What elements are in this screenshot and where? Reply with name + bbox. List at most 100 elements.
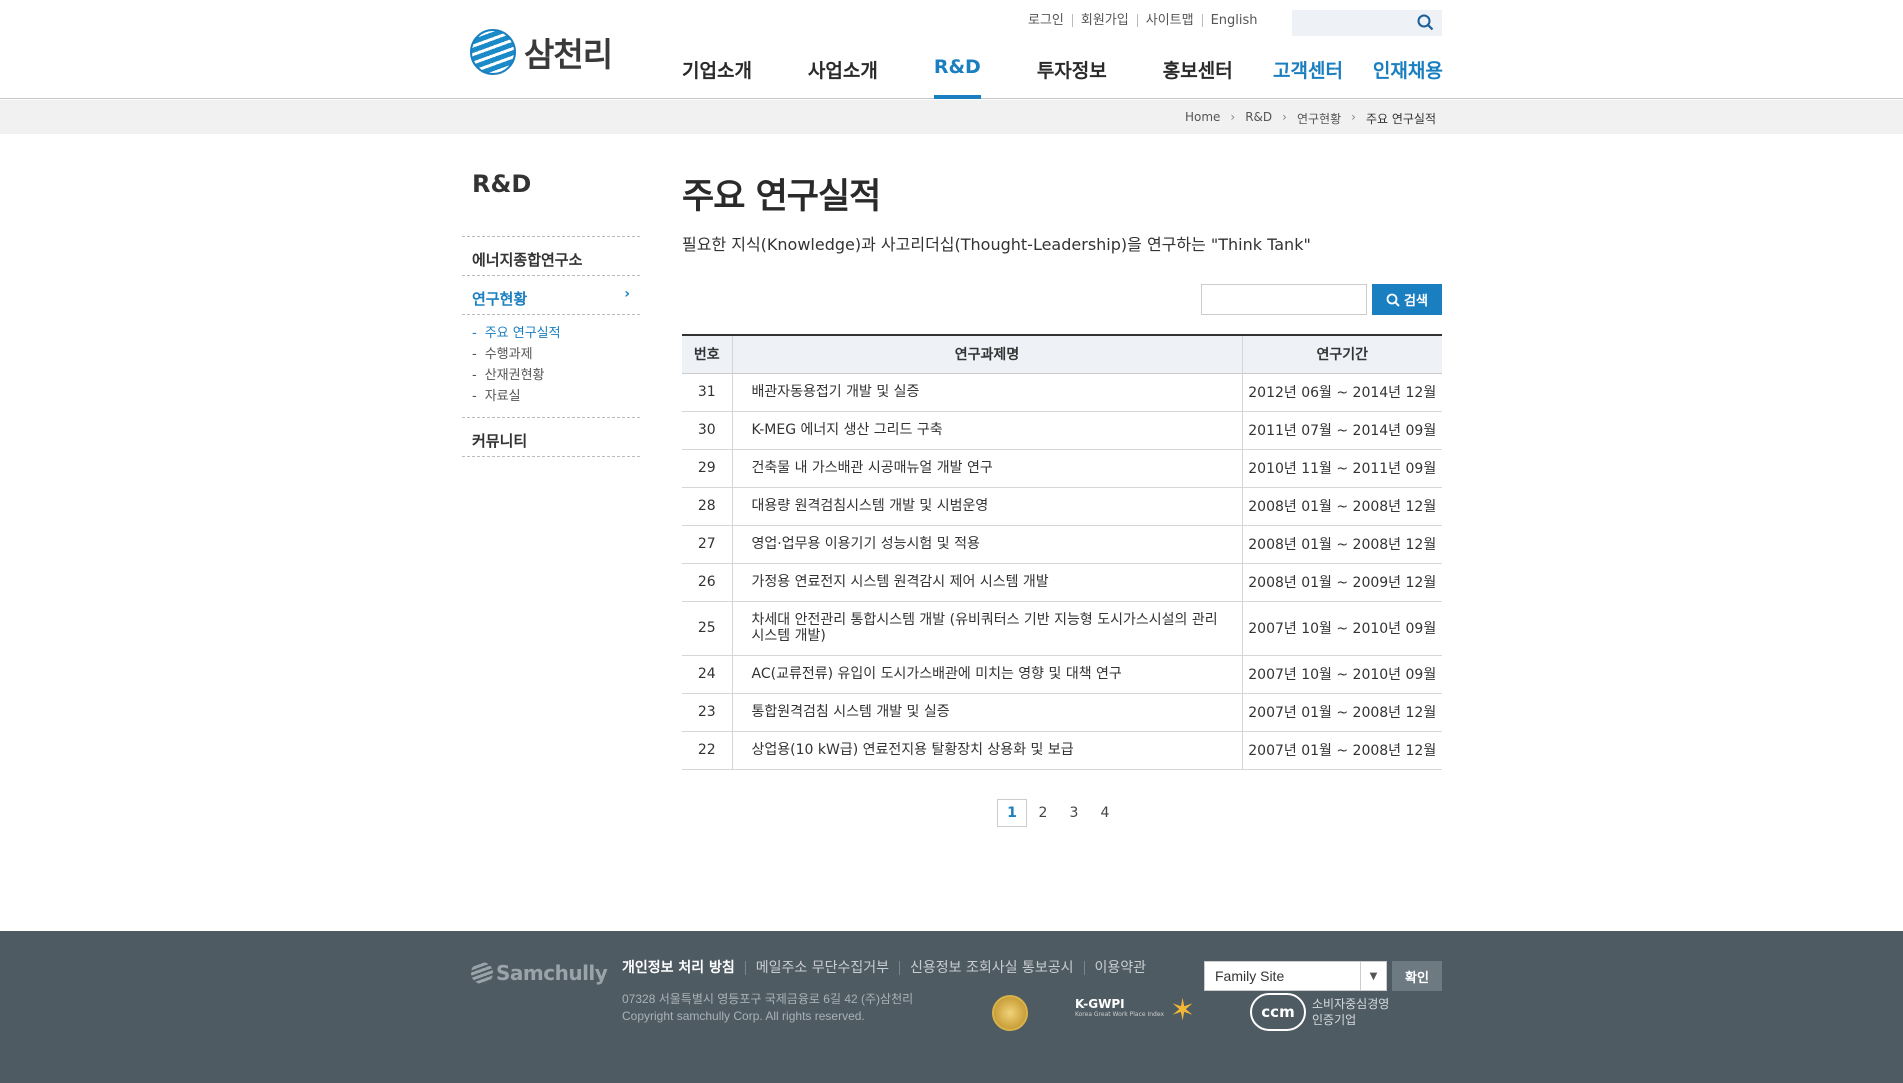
sidebar-divider	[462, 456, 640, 457]
cell-title[interactable]: 대용량 원격검침시스템 개발 및 시범운영	[732, 487, 1243, 526]
table-row[interactable]: 23 통합원격검침 시스템 개발 및 실증 2007년 01월 ~ 2008년 …	[682, 693, 1442, 732]
search-icon[interactable]	[1417, 14, 1434, 35]
sidebar-sub-label: 산재권현황	[484, 368, 545, 383]
cell-period: 2010년 11월 ~ 2011년 09월	[1242, 449, 1442, 488]
footer-address: 07328 서울특별시 영등포구 국제금융로 6길 42 (주)삼천리	[622, 992, 914, 1006]
table-row[interactable]: 26 가정용 연료전지 시스템 원격감시 제어 시스템 개발 2008년 01월…	[682, 563, 1442, 602]
cell-no: 26	[682, 563, 733, 602]
cell-title[interactable]: 가정용 연료전지 시스템 원격감시 제어 시스템 개발	[732, 563, 1243, 602]
sidebar: R&D 에너지종합연구소 연구현황 › - 주요 연구실적 - 수행과제 - 산재권현…	[462, 170, 640, 457]
footer-link-email-refusal[interactable]: 메일주소 무단수집거부	[744, 961, 899, 975]
main-nav: 기업소개 사업소개 R&D 투자정보 홍보센터	[682, 56, 1289, 99]
research-table: 번호 연구과제명 연구기간 31 배관자동용접기 개발 및 실증 2012년 0…	[682, 334, 1442, 770]
nav-recruit[interactable]: 인재채용	[1373, 56, 1443, 83]
sidebar-sub-item-ip-status[interactable]: - 산재권현황	[472, 365, 640, 386]
caret-down-icon[interactable]: ▼	[1360, 962, 1386, 990]
cell-no: 29	[682, 449, 733, 488]
logo-mark-icon	[471, 962, 493, 984]
search-button-label: 검색	[1404, 294, 1428, 309]
cell-no: 28	[682, 487, 733, 526]
page-2-button[interactable]: 2	[1028, 799, 1058, 827]
cell-no: 30	[682, 411, 733, 450]
cell-period: 2007년 10월 ~ 2010년 09월	[1242, 655, 1442, 694]
footer-address-block: 07328 서울특별시 영등포구 국제금융로 6길 42 (주)삼천리 Copy…	[622, 991, 913, 1025]
cell-title[interactable]: 영업·업무용 이용기기 성능시험 및 적용	[732, 525, 1243, 564]
table-row[interactable]: 29 건축물 내 가스배관 시공매뉴얼 개발 연구 2010년 11월 ~ 20…	[682, 449, 1442, 488]
nav-customer-center[interactable]: 고객센터	[1273, 56, 1343, 83]
search-input[interactable]	[1201, 284, 1367, 315]
column-header-title: 연구과제명	[732, 335, 1243, 374]
english-link[interactable]: English	[1201, 14, 1266, 27]
ccm-text-line1: 소비자중심경영	[1312, 997, 1390, 1011]
sidebar-sub-item-major-results[interactable]: - 주요 연구실적	[472, 323, 640, 344]
chevron-right-icon: ›	[624, 286, 630, 302]
signup-link[interactable]: 회원가입	[1071, 14, 1137, 27]
cell-title[interactable]: AC(교류전류) 유입이 도시가스배관에 미치는 영향 및 대책 연구	[732, 655, 1243, 694]
nav-business[interactable]: 사업소개	[808, 56, 878, 99]
column-header-period: 연구기간	[1242, 335, 1442, 374]
family-site-confirm-button[interactable]: 확인	[1392, 961, 1442, 991]
footer-link-terms[interactable]: 이용약관	[1083, 961, 1157, 975]
cell-period: 2007년 01월 ~ 2008년 12월	[1242, 693, 1442, 732]
sidebar-item-research-status[interactable]: 연구현황 ›	[462, 275, 640, 314]
cell-no: 24	[682, 655, 733, 694]
sidebar-sub-item-projects[interactable]: - 수행과제	[472, 344, 640, 365]
sidebar-sub-label: 주요 연구실적	[484, 326, 561, 341]
nav-pr[interactable]: 홍보센터	[1163, 56, 1233, 99]
family-site-value: Family Site	[1215, 968, 1285, 984]
search-button[interactable]: 검색	[1372, 284, 1442, 315]
sidebar-title: R&D	[472, 170, 532, 198]
table-row[interactable]: 22 상업용(10 kW급) 연료전지용 탈황장치 상용화 및 보급 2007년…	[682, 731, 1442, 770]
kgwpi-title: K-GWPI	[1075, 997, 1125, 1011]
page-1-button[interactable]: 1	[997, 799, 1027, 827]
nav-rnd[interactable]: R&D	[933, 56, 981, 99]
family-site-select[interactable]: Family Site ▼	[1204, 961, 1387, 991]
sidebar-item-label: 에너지종합연구소	[472, 251, 583, 269]
cell-no: 25	[682, 601, 733, 656]
sidebar-item-energy-institute[interactable]: 에너지종합연구소	[462, 236, 640, 275]
table-row[interactable]: 24 AC(교류전류) 유입이 도시가스배관에 미치는 영향 및 대책 연구 2…	[682, 655, 1442, 694]
cell-title[interactable]: K-MEG 에너지 생산 그리드 구축	[732, 411, 1243, 450]
cell-period: 2007년 10월 ~ 2010년 09월	[1242, 601, 1442, 656]
site-logo[interactable]: 삼천리	[470, 28, 613, 76]
login-link[interactable]: 로그인	[1020, 14, 1072, 27]
cell-title[interactable]: 건축물 내 가스배관 시공매뉴얼 개발 연구	[732, 449, 1243, 488]
top-search-input[interactable]	[1292, 10, 1412, 36]
page-3-button[interactable]: 3	[1059, 799, 1089, 827]
breadcrumb-current: 주요 연구실적	[1365, 112, 1436, 126]
sidebar-sub-label: 수행과제	[484, 347, 533, 362]
breadcrumb-home[interactable]: Home	[1185, 110, 1220, 127]
nav-company[interactable]: 기업소개	[682, 56, 752, 99]
cell-title[interactable]: 차세대 안전관리 통합시스템 개발 (유비쿼터스 기반 지능형 도시가스시설의 …	[732, 601, 1243, 656]
ccm-text-line2: 인증기업	[1312, 1013, 1357, 1027]
top-search-box	[1292, 10, 1442, 36]
cell-no: 23	[682, 693, 733, 732]
cell-title[interactable]: 통합원격검침 시스템 개발 및 실증	[732, 693, 1243, 732]
main-content: 주요 연구실적 필요한 지식(Knowledge)과 사고리더십(Thought…	[682, 168, 1442, 827]
table-row[interactable]: 28 대용량 원격검침시스템 개발 및 시범운영 2008년 01월 ~ 200…	[682, 487, 1442, 526]
cell-period: 2008년 01월 ~ 2008년 12월	[1242, 525, 1442, 564]
table-row[interactable]: 30 K-MEG 에너지 생산 그리드 구축 2011년 07월 ~ 2014년…	[682, 411, 1442, 450]
logo-text: 삼천리	[524, 35, 613, 74]
breadcrumb: Home › R&D › 연구현황 › 주요 연구실적	[1175, 110, 1436, 127]
sitemap-link[interactable]: 사이트맵	[1136, 14, 1202, 27]
footer-link-privacy[interactable]: 개인정보 처리 방침	[622, 961, 745, 975]
footer-link-credit-info[interactable]: 신용정보 조회사실 통보공시	[899, 961, 1083, 975]
table-row[interactable]: 27 영업·업무용 이용기기 성능시험 및 적용 2008년 01월 ~ 200…	[682, 525, 1442, 564]
table-row[interactable]: 31 배관자동용접기 개발 및 실증 2012년 06월 ~ 2014년 12월	[682, 373, 1442, 412]
nav-investor[interactable]: 투자정보	[1037, 56, 1107, 99]
page-4-button[interactable]: 4	[1090, 799, 1120, 827]
sidebar-item-community[interactable]: 커뮤니티	[462, 417, 640, 456]
breadcrumb-rnd[interactable]: R&D	[1245, 110, 1272, 127]
page-description: 필요한 지식(Knowledge)과 사고리더십(Thought-Leaders…	[682, 235, 1311, 254]
breadcrumb-research-status[interactable]: 연구현황	[1297, 110, 1341, 127]
table-row[interactable]: 25 차세대 안전관리 통합시스템 개발 (유비쿼터스 기반 지능형 도시가스시…	[682, 601, 1442, 656]
cell-title[interactable]: 상업용(10 kW급) 연료전지용 탈황장치 상용화 및 보급	[732, 731, 1243, 770]
sidebar-sub-item-archive[interactable]: - 자료실	[472, 386, 640, 407]
footer-logo: Samchully	[471, 961, 608, 985]
footer-links: 개인정보 처리 방침 메일주소 무단수집거부 신용정보 조회사실 통보공시 이용…	[622, 961, 1156, 975]
chevron-right-icon: ›	[1230, 110, 1236, 124]
footer: Samchully 개인정보 처리 방침 메일주소 무단수집거부 신용정보 조회…	[0, 931, 1903, 1083]
cell-title[interactable]: 배관자동용접기 개발 및 실증	[732, 373, 1243, 412]
footer-logo-text: Samchully	[496, 961, 608, 985]
